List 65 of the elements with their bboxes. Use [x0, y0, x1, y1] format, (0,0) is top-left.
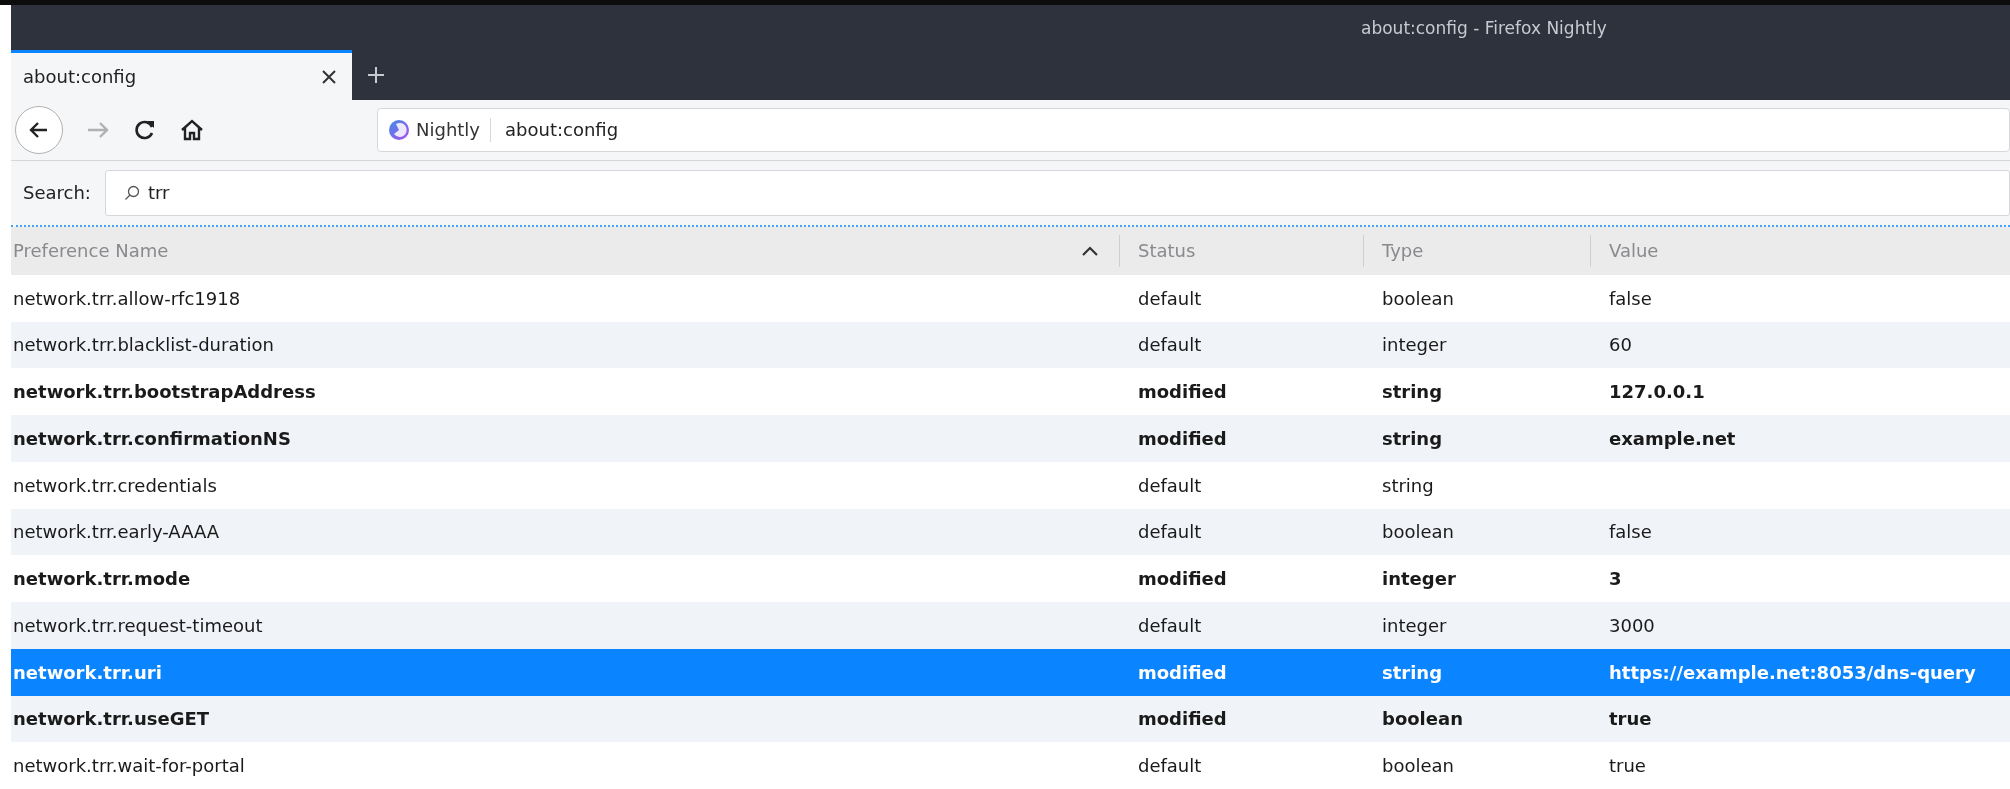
value-cell-text: false — [1608, 287, 1653, 309]
type-cell-text: string — [1381, 661, 1444, 683]
value-cell-text: https://example.net:8053/dns-query — [1608, 661, 1977, 683]
identity-label: Nightly — [416, 119, 480, 141]
preference-name: network.trr.request-timeout — [12, 614, 264, 636]
preference-row[interactable]: network.trr.uri modified string https://example.net:8053/dns-query — [11, 648, 2010, 696]
status-cell-text: modified — [1137, 568, 1228, 590]
address-bar[interactable]: Nightly about:config — [377, 107, 2010, 152]
value-cell-text: 127.0.0.1 — [1608, 381, 1706, 403]
search-icon — [123, 184, 140, 201]
url-text: about:config — [504, 119, 619, 141]
value-cell-text: false — [1608, 521, 1653, 543]
preference-name: network.trr.credentials — [12, 474, 218, 496]
value-cell-text: 3000 — [1608, 614, 1656, 636]
preference-row[interactable]: network.trr.request-timeout default integer 3000 — [11, 602, 2010, 649]
preference-name: network.trr.blacklist-duration — [12, 334, 275, 356]
value-cell-text: 3 — [1608, 568, 1623, 590]
search-label: Search: — [23, 182, 91, 204]
value-cell-text: example.net — [1608, 427, 1737, 449]
preference-row[interactable]: network.trr.confirmationNS modified string example.net — [11, 415, 2010, 462]
status-cell-text: modified — [1137, 427, 1228, 449]
type-cell-text: integer — [1381, 568, 1457, 590]
window-title: about:config - Firefox Nightly — [1361, 17, 1607, 38]
sort-ascending-icon — [1081, 244, 1099, 257]
search-field[interactable]: trr — [104, 169, 2010, 216]
preference-row[interactable]: network.trr.useGET modified boolean true — [11, 695, 2010, 743]
type-cell-text: boolean — [1381, 755, 1455, 777]
value-cell-text: true — [1608, 708, 1653, 730]
preference-name: network.trr.uri — [12, 661, 163, 683]
type-cell-text: integer — [1381, 614, 1448, 636]
logo-icon — [388, 118, 410, 141]
column-header: Value — [1609, 240, 1659, 262]
column-header: Type — [1382, 240, 1424, 262]
status-cell-text: default — [1137, 287, 1203, 309]
status-cell-text: modified — [1137, 661, 1228, 683]
status-cell-text: default — [1137, 755, 1203, 777]
status-cell-text: default — [1137, 334, 1203, 356]
status-cell-text: default — [1137, 614, 1203, 636]
browser-tab[interactable]: about:config — [11, 50, 352, 100]
type-cell-text: string — [1381, 427, 1444, 449]
column-header: Status — [1138, 240, 1196, 262]
status-cell-text: default — [1137, 521, 1203, 543]
preference-name: network.trr.wait-for-portal — [12, 755, 246, 777]
status-cell-text: modified — [1137, 381, 1228, 403]
close-icon[interactable] — [320, 67, 338, 86]
type-cell-text: string — [1381, 474, 1435, 496]
preference-row[interactable]: network.trr.early-AAAA default boolean false — [11, 508, 2010, 556]
preference-row[interactable]: network.trr.blacklist-duration default integer 60 — [11, 321, 2010, 369]
type-cell-text: string — [1381, 381, 1444, 403]
value-cell-text: true — [1608, 755, 1647, 777]
preference-name: network.trr.useGET — [12, 708, 211, 730]
preference-name: network.trr.mode — [12, 568, 192, 590]
preference-name: network.trr.allow-rfc1918 — [12, 287, 242, 309]
value-cell-text: 60 — [1608, 334, 1633, 356]
preference-name: network.trr.confirmationNS — [12, 427, 292, 449]
back-button[interactable] — [15, 105, 63, 154]
column-header: Preference Name — [13, 240, 169, 262]
type-cell-text: boolean — [1381, 521, 1455, 543]
type-cell-text: boolean — [1381, 708, 1464, 730]
preference-name: network.trr.early-AAAA — [12, 521, 221, 543]
type-cell-text: boolean — [1381, 287, 1455, 309]
preference-name: network.trr.bootstrapAddress — [12, 381, 317, 403]
type-cell-text: integer — [1381, 334, 1448, 356]
status-cell-text: modified — [1137, 708, 1228, 730]
status-cell-text: default — [1137, 474, 1203, 496]
